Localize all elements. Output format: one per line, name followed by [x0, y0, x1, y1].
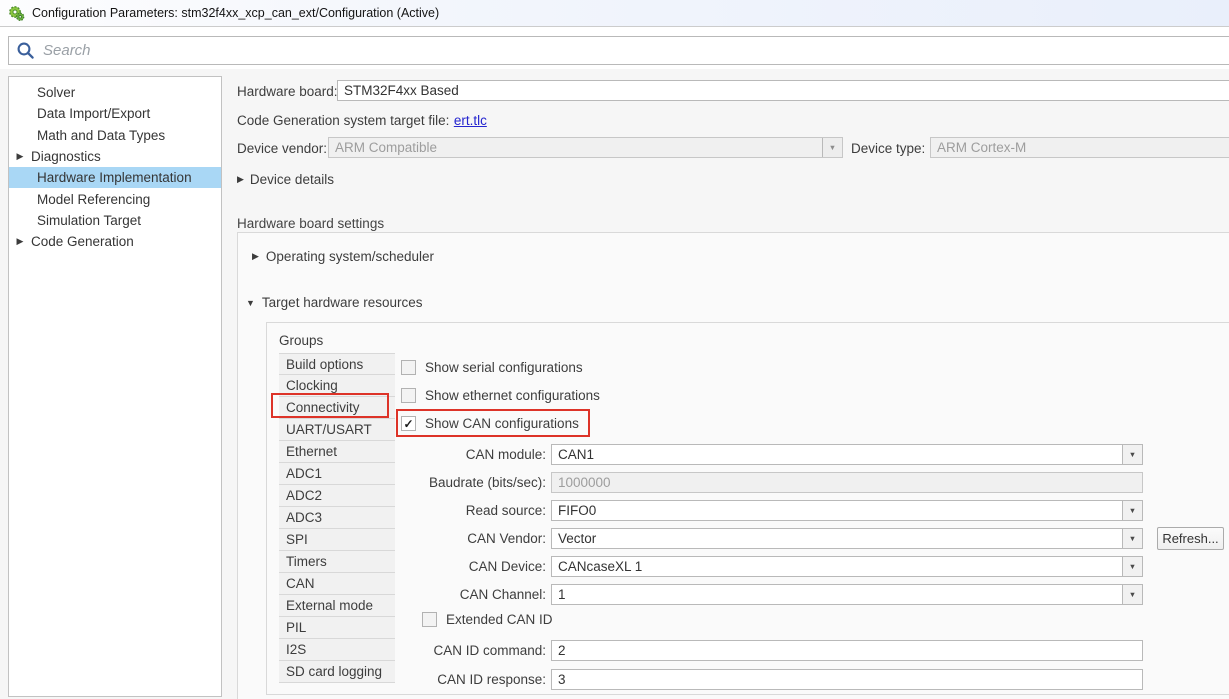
device-vendor-combo[interactable]: ARM Compatible ▼ [328, 137, 843, 158]
can-id-response-row: CAN ID response: 3 [267, 669, 1143, 690]
target-file-link[interactable]: ert.tlc [454, 113, 487, 128]
expand-icon[interactable]: ▶ [15, 151, 25, 162]
show-serial-checkbox[interactable] [401, 360, 416, 375]
sidebar-item-math-and-data-types[interactable]: Math and Data Types [9, 125, 221, 146]
sidebar-item-hardware-implementation[interactable]: Hardware Implementation [9, 167, 221, 188]
can-id-command-field[interactable]: 2 [551, 640, 1143, 661]
show-serial-configurations-row: Show serial configurations [401, 360, 583, 375]
title-bar: Configuration Parameters: stm32f4xx_xcp_… [0, 0, 1229, 27]
collapse-icon: ▼ [246, 298, 255, 308]
can-device-row: CAN Device: CANcaseXL 1 ▼ [267, 556, 1143, 577]
read-source-combo[interactable]: FIFO0 ▼ [551, 500, 1143, 521]
group-item-connectivity[interactable]: Connectivity [279, 397, 395, 419]
expand-icon: ▶ [252, 251, 259, 262]
groups-title: Groups [279, 333, 323, 348]
show-ethernet-configurations-row: Show ethernet configurations [401, 388, 600, 403]
sidebar-item-data-import-export[interactable]: Data Import/Export [9, 103, 221, 124]
baudrate-field: 1000000 [551, 472, 1143, 493]
sidebar-item-model-referencing[interactable]: Model Referencing [9, 188, 221, 209]
refresh-button[interactable]: Refresh... [1157, 527, 1224, 550]
can-module-row: CAN module: CAN1 ▼ [267, 444, 1143, 465]
device-vendor-label: Device vendor: [237, 141, 327, 156]
sidebar-item-simulation-target[interactable]: Simulation Target [9, 210, 221, 231]
group-item-uart-usart[interactable]: UART/USART [279, 419, 395, 441]
sidebar-item-diagnostics[interactable]: ▶Diagnostics [9, 146, 221, 167]
target-file-label: Code Generation system target file: [237, 113, 449, 128]
search-box[interactable] [8, 36, 1229, 65]
sidebar-tree: Solver Data Import/Export Math and Data … [8, 76, 222, 697]
can-vendor-row: CAN Vendor: Vector ▼ [267, 528, 1143, 549]
hardware-board-label: Hardware board: [237, 84, 338, 99]
can-module-combo[interactable]: CAN1 ▼ [551, 444, 1143, 465]
expand-icon[interactable]: ▶ [15, 236, 25, 247]
read-source-row: Read source: FIFO0 ▼ [267, 500, 1143, 521]
chevron-down-icon: ▼ [1122, 445, 1142, 464]
simulink-config-gear-icon [8, 5, 25, 22]
hardware-board-settings-panel: ▶ Operating system/scheduler ▼ Target ha… [237, 232, 1229, 699]
chevron-down-icon: ▼ [1122, 529, 1142, 548]
search-input[interactable] [43, 38, 1229, 63]
target-file-row: Code Generation system target file: ert.… [237, 112, 487, 130]
configuration-parameters-window: Configuration Parameters: stm32f4xx_xcp_… [0, 0, 1229, 699]
target-hardware-resources-panel: Groups Build options Clocking Connectivi… [266, 322, 1229, 695]
show-ethernet-checkbox[interactable] [401, 388, 416, 403]
extended-can-id-row: Extended CAN ID [422, 612, 553, 627]
window-title: Configuration Parameters: stm32f4xx_xcp_… [32, 6, 439, 20]
group-item-build-options[interactable]: Build options [279, 353, 395, 375]
show-can-checkbox[interactable]: ✓ [401, 416, 416, 431]
can-id-command-row: CAN ID command: 2 [267, 640, 1143, 661]
chevron-down-icon: ▼ [1122, 585, 1142, 604]
show-can-configurations-row: ✓ Show CAN configurations [401, 416, 579, 431]
can-id-response-field[interactable]: 3 [551, 669, 1143, 690]
sidebar-item-code-generation[interactable]: ▶Code Generation [9, 231, 221, 252]
hardware-board-settings-title: Hardware board settings [237, 216, 384, 231]
can-channel-row: CAN Channel: 1 ▼ [267, 584, 1143, 605]
chevron-down-icon: ▼ [1122, 557, 1142, 576]
device-type-label: Device type: [851, 141, 925, 156]
can-vendor-combo[interactable]: Vector ▼ [551, 528, 1143, 549]
expand-icon: ▶ [237, 174, 244, 185]
extended-can-id-checkbox[interactable] [422, 612, 437, 627]
chevron-down-icon: ▼ [822, 138, 842, 157]
can-channel-combo[interactable]: 1 ▼ [551, 584, 1143, 605]
baudrate-row: Baudrate (bits/sec): 1000000 [267, 472, 1143, 493]
can-device-combo[interactable]: CANcaseXL 1 ▼ [551, 556, 1143, 577]
os-scheduler-expander[interactable]: ▶ Operating system/scheduler [252, 249, 434, 264]
chevron-down-icon: ▼ [1122, 501, 1142, 520]
device-details-expander[interactable]: ▶ Device details [237, 172, 334, 187]
hardware-board-combo[interactable]: STM32F4xx Based [337, 80, 1229, 101]
sidebar-item-solver[interactable]: Solver [9, 82, 221, 103]
target-hardware-resources-expander[interactable]: ▼ Target hardware resources [246, 295, 423, 310]
group-item-pil[interactable]: PIL [279, 617, 395, 639]
device-type-field[interactable]: ARM Cortex-M [930, 137, 1229, 158]
group-item-clocking[interactable]: Clocking [279, 375, 395, 397]
search-icon [16, 41, 35, 60]
